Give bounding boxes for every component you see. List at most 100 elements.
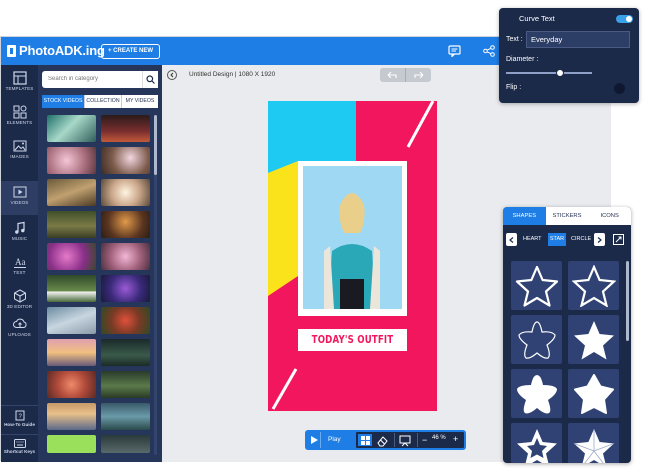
search-icon[interactable] xyxy=(142,71,158,88)
design-title: Untitled Design | 1080 X 1920 xyxy=(189,71,276,78)
video-thumbnail[interactable] xyxy=(47,403,96,430)
tab-shapes[interactable]: SHAPES xyxy=(503,207,546,225)
video-thumbnail[interactable] xyxy=(47,275,96,302)
curve-text-panel: Curve Text Text : Diameter : Flip : xyxy=(499,8,639,103)
video-thumbnail[interactable] xyxy=(47,435,96,453)
undo-redo-group xyxy=(380,68,431,82)
sidebar-item-videos[interactable]: VIDEOS xyxy=(1,181,38,215)
shapes-panel-tabs: SHAPES STICKERS ICONS xyxy=(503,207,631,225)
sidebar-item-templates[interactable]: TEMPLATES xyxy=(1,67,38,101)
video-thumbnail[interactable] xyxy=(47,339,96,366)
shortcut-keys-button[interactable]: Shortcut Keys xyxy=(1,434,38,464)
present-icon[interactable] xyxy=(399,434,411,452)
poster-headline[interactable]: TODAY'S OUTFIT xyxy=(308,329,397,351)
design-poster[interactable]: TODAY'S OUTFIT xyxy=(268,101,437,411)
sidebar-item-images[interactable]: IMAGES xyxy=(1,135,38,169)
share-icon[interactable] xyxy=(481,43,497,59)
video-thumbnail[interactable] xyxy=(101,243,150,270)
shape-star-double-outline[interactable] xyxy=(511,423,562,463)
shape-star-filled[interactable] xyxy=(568,315,619,364)
divider xyxy=(394,433,395,447)
zoom-out-icon[interactable]: − xyxy=(422,434,427,446)
expand-icon[interactable] xyxy=(613,234,624,245)
panel-scrollbar[interactable] xyxy=(154,115,157,455)
zoom-level: 46 % xyxy=(432,435,446,441)
shape-star-outline[interactable] xyxy=(511,261,562,310)
redo-icon[interactable] xyxy=(405,68,431,82)
tab-stock-videos[interactable]: STOCK VIDEOS xyxy=(42,95,84,108)
video-thumbnail[interactable] xyxy=(101,339,150,366)
sidebar-item-label: ELEMENTS xyxy=(6,120,33,125)
video-thumbnail[interactable] xyxy=(101,211,150,238)
eraser-icon[interactable] xyxy=(376,434,388,452)
chevron-left-icon[interactable] xyxy=(506,233,517,246)
video-thumbnail[interactable] xyxy=(47,179,96,206)
videos-icon xyxy=(13,186,26,198)
shape-star-fat-filled[interactable] xyxy=(568,369,619,418)
create-new-button[interactable]: + CREATE NEW xyxy=(101,44,161,59)
sidebar-item-label: IMAGES xyxy=(10,154,29,159)
music-icon xyxy=(14,221,25,234)
video-thumbnail[interactable] xyxy=(47,371,96,398)
video-thumbnail[interactable] xyxy=(101,307,150,334)
flip-label: Flip : xyxy=(506,84,522,91)
logo[interactable]: PhotoADK.ing xyxy=(7,43,105,58)
video-thumbnail[interactable] xyxy=(47,115,96,142)
video-thumbnail[interactable] xyxy=(101,147,150,174)
flip-checkbox[interactable] xyxy=(614,83,625,94)
sidebar-item-uploads[interactable]: UPLOADS xyxy=(1,313,38,347)
sidebar-item-text[interactable]: Aa TEXT xyxy=(1,251,38,285)
tab-stickers[interactable]: STICKERS xyxy=(546,207,589,225)
curve-text-input[interactable] xyxy=(526,31,630,48)
video-thumbnail[interactable] xyxy=(47,147,96,174)
curve-text-title: Curve Text xyxy=(519,14,555,23)
keyboard-icon xyxy=(13,439,26,448)
video-thumbnail[interactable] xyxy=(101,115,150,142)
curve-text-toggle[interactable] xyxy=(616,15,633,23)
search-input[interactable] xyxy=(42,71,142,88)
zoom-in-icon[interactable]: + xyxy=(453,433,458,445)
shape-star-rounded-outline[interactable] xyxy=(511,315,562,364)
shape-categories: HEART STAR CIRCLE xyxy=(503,231,631,249)
diameter-slider[interactable] xyxy=(506,69,592,77)
sidebar-item-label: VIDEOS xyxy=(10,200,29,205)
tab-icons[interactable]: ICONS xyxy=(588,207,631,225)
video-thumbnail[interactable] xyxy=(101,403,150,430)
video-thumbnail[interactable] xyxy=(47,307,96,334)
how-to-guide-button[interactable]: ? How-To Guide xyxy=(1,405,38,435)
shape-star-outline-sharp[interactable] xyxy=(568,261,619,310)
video-thumbnail[interactable] xyxy=(101,371,150,398)
shape-star-rounded-filled[interactable] xyxy=(511,369,562,418)
toggle-knob xyxy=(626,16,632,22)
sidebar-item-music[interactable]: MUSIC xyxy=(1,217,38,251)
video-thumbnail[interactable] xyxy=(101,179,150,206)
slider-handle[interactable] xyxy=(556,69,564,77)
elements-icon xyxy=(13,105,26,119)
scrollbar-thumb[interactable] xyxy=(154,115,157,175)
comment-icon[interactable] xyxy=(446,43,462,59)
video-thumbnail[interactable] xyxy=(47,211,96,238)
tab-my-videos[interactable]: MY VIDEOS xyxy=(121,95,158,108)
sidebar-item-label: 3D EDITOR xyxy=(6,304,33,309)
category-heart[interactable]: HEART xyxy=(523,236,542,242)
logo-mark-icon xyxy=(7,44,16,57)
video-thumbnail[interactable] xyxy=(47,243,96,270)
play-icon xyxy=(311,436,318,444)
play-label: Play xyxy=(328,436,341,443)
shape-star-3d[interactable] xyxy=(568,423,619,463)
chevron-right-icon[interactable] xyxy=(594,233,605,246)
category-star[interactable]: STAR xyxy=(548,233,566,246)
tab-collection[interactable]: COLLECTION xyxy=(84,95,121,108)
shapes-scrollbar[interactable] xyxy=(626,261,629,341)
videos-panel: STOCK VIDEOS COLLECTION MY VIDEOS xyxy=(38,65,162,462)
templates-icon xyxy=(12,71,27,85)
video-thumbnail[interactable] xyxy=(101,435,150,453)
grid-view-icon[interactable] xyxy=(358,434,372,446)
undo-icon[interactable] xyxy=(380,68,405,82)
images-icon xyxy=(13,140,26,152)
back-icon[interactable] xyxy=(167,70,177,80)
category-circle[interactable]: CIRCLE xyxy=(571,236,591,242)
video-thumbnail[interactable] xyxy=(101,275,150,302)
sidebar-item-elements[interactable]: ELEMENTS xyxy=(1,101,38,135)
shortcut-keys-label: Shortcut Keys xyxy=(3,449,36,454)
